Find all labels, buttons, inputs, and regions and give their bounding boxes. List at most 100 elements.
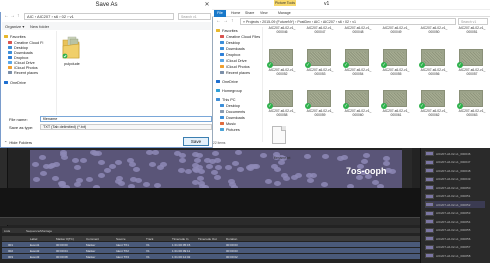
explorer-search-input[interactable]: Search v1 (458, 18, 488, 25)
explorer-nav-item[interactable]: Dropbox (220, 52, 240, 57)
image-file-tile[interactable]: ✓ AIC207-s6-02-v1_ 000054 (342, 49, 374, 83)
homegroup-icon (216, 88, 220, 93)
file-name-input[interactable]: filename (40, 116, 212, 122)
image-file-tile[interactable]: ✓ AIC207-s6-02-v1_ 000056 (418, 49, 450, 83)
explorer-nav-item[interactable]: Favorites (216, 28, 238, 33)
timeline-toolbar[interactable] (0, 217, 420, 225)
folder-icon[interactable] (61, 34, 81, 60)
texture-blob (174, 151, 181, 156)
tab-file[interactable]: File (214, 10, 226, 17)
explorer-nav-item[interactable]: This PC (216, 97, 236, 102)
save-nav-item[interactable]: Recent places (8, 70, 38, 75)
save-nav-item[interactable]: Favorites (4, 34, 26, 39)
explorer-nav-item[interactable]: OneDrive (216, 79, 238, 84)
texture-blob (372, 180, 379, 185)
new-folder-button[interactable]: New folder (30, 24, 49, 29)
col-header[interactable]: Label (30, 237, 37, 241)
hide-folders-toggle[interactable]: ⌃ Hide Folders (4, 140, 32, 145)
tab-home[interactable]: Home (231, 11, 240, 15)
image-file-tile[interactable]: ✓ AIC207-s6-02-v1_ 000055 (380, 49, 412, 83)
tab-share[interactable]: Share (245, 11, 254, 15)
explorer-nav-item[interactable]: Homegroup (216, 88, 242, 93)
explorer-nav-label: iCloud Drive (226, 58, 247, 63)
bin-clip-row[interactable]: AIC207-s6-02-v1_000058 (425, 252, 485, 259)
clip-thumbnail (425, 219, 434, 224)
texture-blob (274, 181, 281, 186)
star-icon (216, 28, 220, 33)
bin-clip-row[interactable]: AIC207-s6-02-v1_000053 (425, 210, 485, 217)
bin-clip-row[interactable]: AIC207-s6-02-v1_000049 (425, 176, 485, 183)
save-search-input[interactable]: Search v1 (178, 13, 211, 20)
tab-view[interactable]: View (260, 11, 268, 15)
explorer-nav-label: Recent places (226, 70, 251, 75)
explorer-nav-item[interactable]: iCloud Drive (220, 58, 247, 63)
bin-clip-row[interactable]: AIC207-s6-02-v1_000055 (425, 227, 485, 234)
explorer-nav-label: Pictures (226, 127, 240, 132)
explorer-nav-item[interactable]: Creative Cloud Files (220, 34, 260, 39)
bin-clip-row[interactable]: AIC207-s6-02-v1_000046 (425, 150, 485, 157)
texture-blob (251, 164, 258, 169)
close-icon[interactable]: ✕ (203, 2, 211, 9)
explorer-nav-item[interactable]: Music (220, 121, 236, 126)
col-header[interactable]: Track (146, 237, 153, 241)
col-header[interactable]: Marker #(TC) (56, 237, 74, 241)
texture-blob (178, 168, 185, 173)
back-arrow-icon[interactable]: ← (4, 13, 9, 19)
texture-blob (40, 171, 47, 176)
image-file-tile[interactable]: ✓ AIC207-s6-02-v1_ 000063 (456, 90, 488, 124)
explorer-nav-item[interactable]: Desktop (220, 40, 240, 45)
image-file-tile[interactable]: ✓ AIC207-s6-02-v1_ 000062 (418, 90, 450, 124)
organize-button[interactable]: Organize ▾ (5, 24, 24, 29)
bin-clip-row[interactable]: AIC207-s6-02-v1_000054 (425, 218, 485, 225)
image-file-tile[interactable]: ✓ AIC207-s6-02-v1_ 000052 (266, 49, 298, 83)
col-header[interactable]: Timecode In (172, 237, 188, 241)
desktop-icon (220, 103, 224, 108)
icloud-photos-icon (220, 64, 224, 69)
bin-clip-row[interactable]: AIC207-s6-02-v1_000051 (425, 193, 485, 200)
col-header[interactable]: Duration (226, 237, 237, 241)
explorer-nav-item[interactable]: Pictures (220, 127, 240, 132)
up-arrow-icon[interactable]: ↑ (17, 13, 20, 19)
save-type-select[interactable]: TXT (Tab delimited) (*.txt) (40, 124, 212, 130)
tab-lists[interactable]: Lists (4, 229, 10, 233)
bin-clip-row[interactable]: AIC207-s6-02-v1_000048 (425, 167, 485, 174)
back-arrow-icon[interactable]: ← (216, 18, 221, 24)
save-button[interactable]: Save (183, 137, 209, 146)
bin-clip-row[interactable]: AIC207-s6-02-v1_000050 (425, 184, 485, 191)
image-file-tile[interactable]: ✓ AIC207-s6-02-v1_ 000053 (304, 49, 336, 83)
onedrive-icon (216, 79, 220, 84)
tab-manage[interactable]: Manage (278, 11, 291, 15)
explorer-nav-item[interactable]: Downloads (220, 46, 245, 51)
explorer-address-bar[interactable]: « Projects › 2015-09 (FutureNY) › PostDe… (240, 18, 456, 25)
col-header[interactable]: Source (116, 237, 126, 241)
col-header[interactable]: Comment (86, 237, 99, 241)
text-file-icon[interactable] (272, 126, 286, 144)
col-header[interactable]: Timecode Out (198, 237, 217, 241)
image-file-tile[interactable]: ✓ AIC207-s6-02-v1_ 000057 (456, 49, 488, 83)
save-address-bar[interactable]: AIC › AIC207 › s6 › 02 › v1 (24, 13, 174, 20)
texture-blob (192, 152, 199, 157)
explorer-nav-item[interactable]: Recent places (220, 70, 250, 75)
forward-arrow-icon[interactable]: → (223, 18, 228, 24)
image-file-tile[interactable]: ✓ AIC207-s6-02-v1_ 000058 (266, 90, 298, 124)
table-cell: Event1 (30, 242, 40, 247)
up-arrow-icon[interactable]: ↑ (231, 18, 234, 24)
explorer-nav-item[interactable]: Downloads (220, 115, 245, 120)
tab-sequence[interactable]: Sequence/Montage (26, 229, 52, 233)
explorer-titlebar[interactable] (212, 0, 490, 10)
bin-clip-row[interactable]: AIC207-s6-02-v1_000052 (425, 201, 485, 208)
bin-clip-row[interactable]: AIC207-s6-02-v1_000047 (425, 159, 485, 166)
image-file-tile[interactable]: ✓ AIC207-s6-02-v1_ 000059 (304, 90, 336, 124)
image-file-tile[interactable]: ✓ AIC207-s6-02-v1_ 000061 (380, 90, 412, 124)
save-nav-item[interactable]: OneDrive (4, 80, 26, 85)
file-name-line2: 000058 (276, 113, 288, 117)
save-nav-label: iCloud Drive (14, 60, 35, 65)
explorer-nav-item[interactable]: iCloud Photos (220, 64, 250, 69)
forward-arrow-icon[interactable]: → (10, 13, 15, 19)
explorer-nav-item[interactable]: Documents (220, 109, 245, 114)
image-file-tile[interactable]: ✓ AIC207-s6-02-v1_ 000060 (342, 90, 374, 124)
texture-blob (90, 150, 97, 155)
explorer-nav-item[interactable]: Desktop (220, 103, 240, 108)
bin-clip-row[interactable]: AIC207-s6-02-v1_000056 (425, 235, 485, 242)
bin-clip-row[interactable]: AIC207-s6-02-v1_000057 (425, 244, 485, 251)
